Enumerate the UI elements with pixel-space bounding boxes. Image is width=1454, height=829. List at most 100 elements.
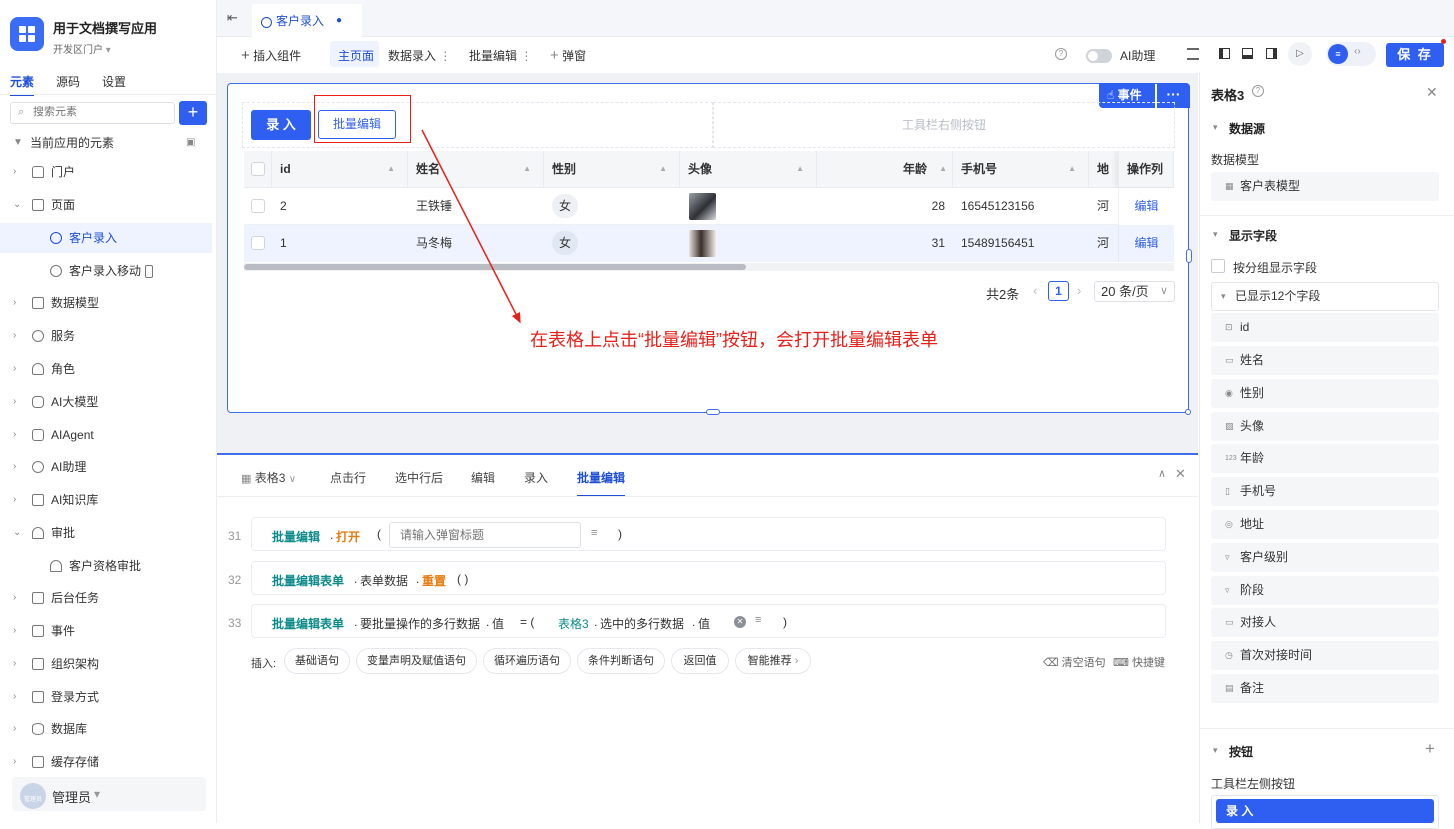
- tab-label: 表格3: [254, 471, 286, 485]
- pill-return[interactable]: 返回值: [671, 648, 729, 674]
- code-method[interactable]: 重置: [422, 572, 446, 589]
- code-method[interactable]: 打开: [336, 528, 360, 545]
- popup-title-input-wrap[interactable]: [389, 522, 581, 548]
- shown-fields-label: 已显示12个字段: [1235, 289, 1321, 303]
- field-item[interactable]: ▿ 阶段: [1211, 576, 1439, 605]
- data-model-select[interactable]: ▦ 客户表模型: [1211, 172, 1439, 201]
- panel-title: 表格3: [1211, 88, 1245, 103]
- tab-after-select[interactable]: 选中行后: [395, 469, 443, 486]
- caret-down-icon[interactable]: ▾: [1213, 122, 1218, 133]
- shown-fields-dropdown[interactable]: ▾ 已显示12个字段: [1211, 282, 1439, 311]
- field-item[interactable]: ⊡ id: [1211, 313, 1439, 342]
- clear-icon[interactable]: ✕: [734, 616, 746, 628]
- code-statement[interactable]: 批量编辑表单 . 表单数据 . 重置 ( ): [251, 561, 1166, 595]
- code-dot: .: [594, 615, 598, 629]
- eraser-icon: ⌫: [1043, 657, 1059, 669]
- text-input-icon: ▭: [1225, 355, 1234, 365]
- collapse-panel-icon[interactable]: ∧: [1158, 467, 1166, 480]
- field-label: 阶段: [1240, 583, 1265, 597]
- event-code-panel: ▦ 表格3 ∨ 点击行 选中行后 编辑 录入 批量编辑 ∧ ✕ 31 批量编辑 …: [217, 453, 1198, 823]
- field-item[interactable]: ▭ 对接人: [1211, 608, 1439, 637]
- field-item[interactable]: ◷ 首次对接时间: [1211, 641, 1439, 670]
- entry-button-config[interactable]: 录 入: [1216, 799, 1434, 823]
- section-buttons[interactable]: 按钮: [1229, 743, 1253, 760]
- toolbar-left-label: 工具栏左侧按钮: [1211, 777, 1296, 791]
- code-paren-close: ): [618, 527, 622, 541]
- code-dot: .: [354, 572, 358, 586]
- pill-basic-statement[interactable]: 基础语句: [284, 648, 350, 674]
- code-property[interactable]: 选中的多行数据: [600, 615, 684, 632]
- code-statement[interactable]: 批量编辑表单 . 要批量操作的多行数据 . 值 = ( 表格3 . 选中的多行数…: [251, 604, 1166, 638]
- clear-statements-button[interactable]: ⌫ 清空语句: [1043, 654, 1106, 670]
- code-property[interactable]: 表单数据: [360, 572, 408, 589]
- pill-label: 智能推荐: [747, 655, 792, 667]
- group-display-label: 按分组显示字段: [1233, 261, 1318, 275]
- caret-down-icon[interactable]: ▾: [1213, 745, 1218, 756]
- add-button-icon[interactable]: +: [1425, 739, 1435, 759]
- chevron-down-icon: ∨: [288, 474, 297, 485]
- pill-loop-statement[interactable]: 循环遍历语句: [483, 648, 571, 674]
- field-label: 对接人: [1240, 615, 1277, 629]
- field-label: 备注: [1240, 681, 1265, 695]
- tab-batch-edit[interactable]: 批量编辑: [577, 469, 626, 497]
- code-object[interactable]: 批量编辑表单: [272, 572, 344, 589]
- section-datasource[interactable]: 数据源: [1229, 120, 1265, 137]
- field-item[interactable]: ◎ 地址: [1211, 510, 1439, 539]
- tab-component-table3[interactable]: ▦ 表格3 ∨: [241, 469, 296, 486]
- number-icon: 123: [1225, 455, 1237, 462]
- field-item[interactable]: ◉ 性别: [1211, 379, 1439, 408]
- code-property[interactable]: 要批量操作的多行数据: [360, 615, 480, 632]
- code-dot: .: [486, 615, 490, 629]
- pill-condition-statement[interactable]: 条件判断语句: [577, 648, 665, 674]
- field-item[interactable]: 123 年龄: [1211, 444, 1439, 473]
- field-item[interactable]: ▯ 手机号: [1211, 477, 1439, 506]
- code-dot: .: [354, 615, 358, 629]
- help-icon[interactable]: ?: [1252, 85, 1264, 97]
- field-item[interactable]: ▿ 客户级别: [1211, 543, 1439, 572]
- field-label: 头像: [1240, 419, 1265, 433]
- tab-row-click[interactable]: 点击行: [330, 469, 366, 486]
- popup-title-input[interactable]: [400, 528, 570, 542]
- select-icon: ▿: [1225, 585, 1230, 595]
- shortcut-button[interactable]: ⌨ 快捷键: [1113, 654, 1165, 670]
- list-icon[interactable]: ≡: [755, 614, 761, 626]
- pill-smart-suggest[interactable]: 智能推荐 ›: [735, 648, 811, 674]
- field-label: 地址: [1240, 517, 1265, 531]
- line-number: 33: [228, 616, 242, 630]
- section-display-fields[interactable]: 显示字段: [1229, 227, 1277, 244]
- code-statement[interactable]: 批量编辑 . 打开 ( ≡ ): [251, 517, 1166, 551]
- line-number: 32: [228, 573, 242, 587]
- group-display-checkbox[interactable]: [1211, 259, 1225, 273]
- field-item[interactable]: ▨ 头像: [1211, 412, 1439, 441]
- divider: [1200, 728, 1454, 729]
- code-object[interactable]: 批量编辑表单: [272, 615, 344, 632]
- close-panel-icon[interactable]: ✕: [1175, 466, 1186, 482]
- select-icon: ▿: [1225, 552, 1230, 562]
- divider: [1200, 215, 1454, 216]
- tab-entry[interactable]: 录入: [524, 469, 548, 486]
- field-item[interactable]: ▭ 姓名: [1211, 346, 1439, 375]
- caret-down-icon: ▾: [1221, 291, 1226, 301]
- field-label: 年龄: [1240, 451, 1265, 465]
- code-object[interactable]: 批量编辑: [272, 528, 320, 545]
- field-label: 性别: [1240, 386, 1265, 400]
- line-number: 31: [228, 529, 242, 543]
- image-icon: ▨: [1225, 421, 1234, 431]
- pill-variable-statement[interactable]: 变量声明及赋值语句: [356, 648, 477, 674]
- caret-down-icon[interactable]: ▾: [1213, 229, 1218, 240]
- location-icon: ◎: [1225, 519, 1233, 529]
- field-label: 姓名: [1240, 353, 1265, 367]
- code-assign: = (: [520, 615, 535, 629]
- chevron-right-icon: ›: [794, 655, 799, 667]
- list-icon[interactable]: ≡: [591, 527, 597, 539]
- shortcut-label: 快捷键: [1131, 657, 1165, 669]
- code-property[interactable]: 值: [492, 615, 504, 632]
- field-item[interactable]: ▤ 备注: [1211, 674, 1439, 703]
- table-icon: ▦: [241, 473, 252, 485]
- tab-edit[interactable]: 编辑: [471, 469, 495, 486]
- code-object[interactable]: 表格3: [558, 615, 589, 632]
- code-dot: .: [692, 615, 696, 629]
- close-icon[interactable]: ✕: [1426, 84, 1438, 101]
- code-property[interactable]: 值: [698, 615, 710, 632]
- keyboard-icon: ⌨: [1113, 657, 1129, 669]
